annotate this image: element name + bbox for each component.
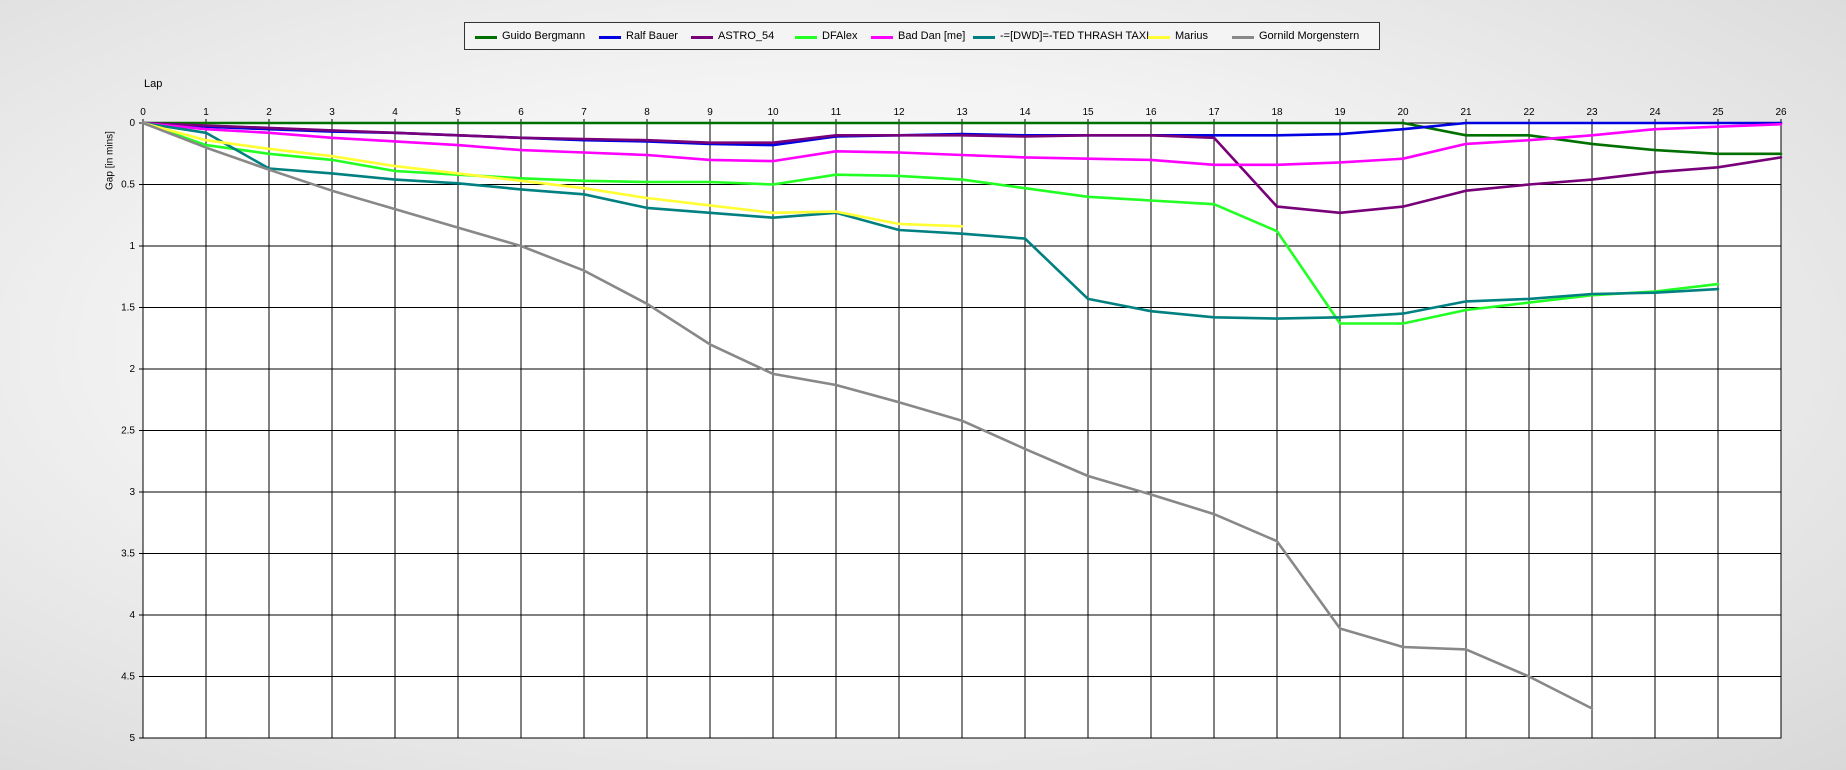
x-tick-label: 8	[644, 107, 650, 118]
x-tick-label: 18	[1271, 107, 1283, 118]
x-tick-label: 10	[767, 107, 779, 118]
x-tick-label: 17	[1208, 107, 1220, 118]
x-tick-label: 15	[1082, 107, 1094, 118]
x-tick-label: 7	[581, 107, 587, 118]
x-tick-label: 11	[831, 107, 842, 118]
x-tick-label: 22	[1523, 107, 1535, 118]
y-tick-label: 4	[129, 610, 135, 621]
x-tick-label: 16	[1145, 107, 1157, 118]
gap-chart: Guido Bergmann Ralf Bauer ASTRO_54 DFAlex Ba…	[0, 0, 1846, 770]
y-tick-label: 1	[129, 241, 135, 252]
x-tick-label: 26	[1775, 107, 1787, 118]
y-tick-label: 0.5	[121, 180, 135, 191]
y-tick-label: 5	[129, 733, 135, 744]
x-tick-label: 5	[455, 107, 461, 118]
x-tick-label: 21	[1460, 107, 1472, 118]
x-tick-label: 6	[518, 107, 524, 118]
x-tick-label: 23	[1586, 107, 1598, 118]
plot-area: 0 1 2 3 4 5 6 7 8 9 10 11 12 13 14 15 16 17 18 19 20 21 22 23 24…	[121, 107, 1787, 744]
x-tick-label: 25	[1712, 107, 1724, 118]
y-tick-label: 2.5	[121, 426, 135, 437]
y-tick-label: 3	[129, 487, 135, 498]
x-tick-label: 2	[266, 107, 272, 118]
x-tick-label: 12	[893, 107, 905, 118]
x-tick-label: 19	[1334, 107, 1346, 118]
x-tick-label: 9	[707, 107, 713, 118]
x-tick-label: 20	[1397, 107, 1409, 118]
y-tick-label: 4.5	[121, 672, 135, 683]
x-tick-label: 4	[392, 107, 398, 118]
y-tick-label: 2	[129, 364, 135, 375]
x-tick-label: 13	[956, 107, 968, 118]
y-tick-label: 0	[129, 118, 135, 129]
x-tick-label: 14	[1019, 107, 1031, 118]
y-tick-label: 1.5	[121, 303, 135, 314]
x-tick-label: 1	[203, 107, 209, 118]
x-tick-label: 3	[329, 107, 335, 118]
y-tick-label: 3.5	[121, 549, 135, 560]
x-tick-label: 24	[1649, 107, 1661, 118]
x-tick-label: 0	[140, 107, 146, 118]
